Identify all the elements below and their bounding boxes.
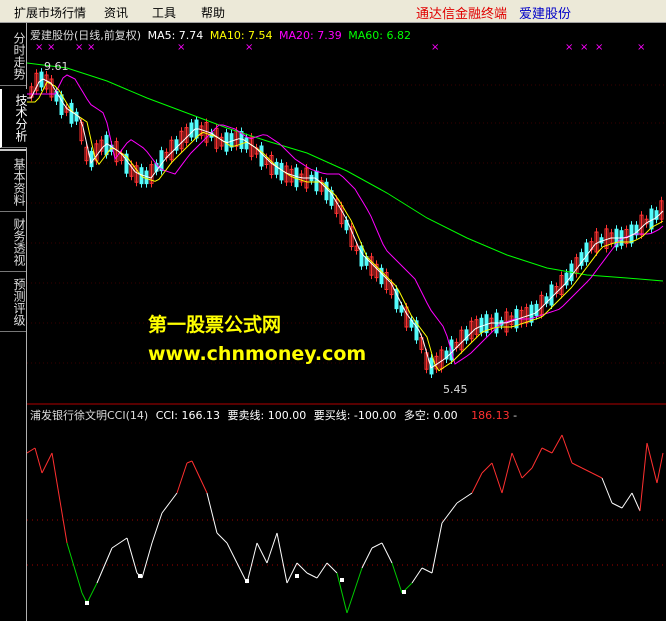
signal-mark: × <box>177 42 185 53</box>
watermark-url: www.chnmoney.com <box>148 343 367 365</box>
candle-body <box>244 137 249 150</box>
candle-body <box>549 284 554 306</box>
cci-buy-point <box>295 574 299 578</box>
price-chart-title: 爱建股份(日线,前复权) <box>30 29 142 42</box>
menu-bar: 扩展市场行情 资讯 工具 帮助 通达信金融终端 爱建股份 <box>0 0 666 23</box>
ma5-value: MA5: 7.74 <box>147 29 204 42</box>
signal-mark: × <box>595 42 603 53</box>
cci-buy-point <box>85 601 89 605</box>
signal-mark: × <box>580 42 588 53</box>
signal-mark: × <box>637 42 645 53</box>
ma20-value: MA20: 7.39 <box>279 29 342 42</box>
menu-news[interactable]: 资讯 <box>104 4 128 21</box>
signal-mark: × <box>565 42 573 53</box>
low-price-label: 5.45 <box>443 383 468 396</box>
tab-technical[interactable]: 技术分析 <box>0 89 28 148</box>
signal-mark: × <box>87 42 95 53</box>
price-legend: 爱建股份(日线,前复权) MA5: 7.74 MA10: 7.54 MA20: … <box>30 27 411 43</box>
signal-mark: × <box>75 42 83 53</box>
candle-body <box>584 242 589 263</box>
cci-buy-point <box>245 579 249 583</box>
tab-forecast[interactable]: 预测评级 <box>0 273 26 332</box>
high-price-label: 9.61 <box>44 60 69 73</box>
cci-value: CCI: 166.13 <box>155 409 220 422</box>
candle-body <box>259 145 264 167</box>
signal-mark: × <box>35 42 43 53</box>
watermark-title: 第一股票公式网 <box>148 314 282 336</box>
candle-body <box>159 150 164 172</box>
candle-body <box>69 102 74 124</box>
tab-basic-info[interactable]: 基本资料 <box>0 153 26 212</box>
candle-body <box>649 208 654 230</box>
candle-body <box>314 170 319 192</box>
candle-body <box>74 111 79 122</box>
menu-extended-market[interactable]: 扩展市场行情 <box>14 4 86 21</box>
signal-mark: × <box>47 42 55 53</box>
candle-body <box>534 303 539 317</box>
ma10-value: MA10: 7.54 <box>209 29 273 42</box>
buy-line-value: 要买线: -100.00 <box>313 409 397 422</box>
candle-body <box>274 161 279 175</box>
legend-dash: - <box>513 409 518 422</box>
ma60-value: MA60: 6.82 <box>348 29 411 42</box>
cci-title: 浦发银行徐文明CCI(14) <box>30 409 149 422</box>
menu-help[interactable]: 帮助 <box>201 4 225 21</box>
tab-intraday[interactable]: 分时走势 <box>0 27 26 86</box>
menu-tools[interactable]: 工具 <box>152 4 176 21</box>
sell-line-value: 要卖线: 100.00 <box>227 409 307 422</box>
cci-red-value: 186.13 <box>471 409 510 422</box>
chart-canvas[interactable]: × × × × × × × × × × × <box>27 23 666 621</box>
signal-mark: × <box>245 42 253 53</box>
cci-legend: 浦发银行徐文明CCI(14) CCI: 166.13 要卖线: 100.00 要… <box>30 407 517 423</box>
candle-body <box>629 224 634 244</box>
candle-body <box>359 245 364 267</box>
cci-buy-point <box>138 574 142 578</box>
candle-body <box>189 122 194 138</box>
candle-body <box>279 162 284 181</box>
app-brand: 通达信金融终端 <box>416 7 508 22</box>
long-short-value: 多空: 0.00 <box>403 409 458 422</box>
side-tabs: 分时走势 技术分析 基本资料 财务透视 预测评级 <box>0 23 28 621</box>
stock-name: 爱建股份 <box>519 7 572 22</box>
tab-separator <box>0 149 26 151</box>
cci-buy-point <box>402 590 406 594</box>
cci-buy-point <box>340 578 344 582</box>
signal-mark: × <box>431 42 439 53</box>
tab-financial[interactable]: 财务透视 <box>0 213 26 272</box>
